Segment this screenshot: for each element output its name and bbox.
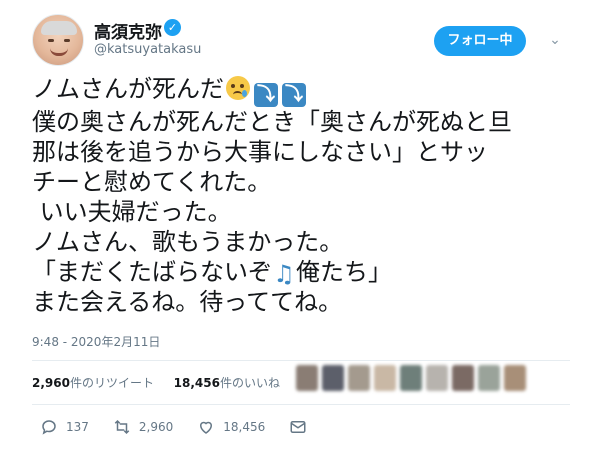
tweet-line-1-text: ノムさんが死んだ: [32, 75, 224, 103]
divider: [32, 404, 570, 405]
heart-icon: [200, 421, 213, 434]
tweet-line-1: ノムさんが死んだ ⤵ ⤵: [32, 74, 572, 107]
likes-label: 件のいいね: [219, 376, 280, 390]
tweet-line-8: また会えるね。待っててね。: [32, 288, 343, 316]
tweet-line-3: 那は後を追うから大事にしなさい」とサッ: [32, 138, 488, 166]
likes-stat[interactable]: 18,456件のいいね: [174, 376, 280, 390]
crying-face-emoji: [226, 76, 250, 100]
tweet-line-7-pre: 「まだくたばらないぞ: [32, 258, 272, 286]
retweets-label: 件のリツイート: [69, 376, 154, 390]
liker-avatar[interactable]: [322, 365, 344, 391]
verified-badge-icon: ✓: [164, 19, 181, 36]
liker-avatar[interactable]: [504, 365, 526, 391]
tweet-timestamp[interactable]: 9:48 - 2020年2月11日: [32, 333, 160, 350]
retweet-button[interactable]: 2,960: [113, 418, 173, 436]
musical-note-emoji: ♫: [273, 260, 295, 288]
envelope-icon: [290, 421, 306, 433]
tweet-line-7-post: 俺たち」: [296, 258, 392, 286]
liker-avatar[interactable]: [426, 365, 448, 391]
avatar[interactable]: [32, 14, 84, 66]
reply-button[interactable]: 137: [40, 418, 89, 436]
display-name[interactable]: 高須克弥: [94, 18, 162, 43]
following-button[interactable]: フォロー中: [434, 26, 526, 56]
retweets-stat[interactable]: 2,960件のリツイート: [32, 376, 154, 390]
tweet-actions: 137 2,960 18,456: [40, 418, 339, 436]
retweet-count: 2,960: [138, 420, 174, 434]
divider: [32, 360, 570, 361]
liker-avatar[interactable]: [478, 365, 500, 391]
liker-avatar[interactable]: [400, 365, 422, 391]
like-button[interactable]: 18,456: [197, 418, 265, 436]
liker-avatar[interactable]: [348, 365, 370, 391]
tweet-line-4: チーと慰めてくれた。: [32, 168, 272, 196]
liker-avatar[interactable]: [452, 365, 474, 391]
tweet-text: ノムさんが死んだ ⤵ ⤵ 僕の奥さんが死んだとき「奥さんが死ぬと旦 那は後を追うから…: [32, 74, 572, 317]
chevron-down-icon[interactable]: ⌄: [545, 30, 565, 50]
direct-message-button[interactable]: [289, 418, 315, 436]
liker-avatars: [296, 365, 546, 395]
tweet-line-5: いい夫婦だった。: [32, 198, 232, 226]
tweet-stats: 2,960件のリツイート 18,456件のいいね: [32, 374, 280, 391]
tweet-card: 高須克弥 ✓ @katsuyatakasu フォロー中 ⌄ ノムさんが死んだ ⤵ ⤵…: [0, 0, 600, 473]
reply-count: 137: [66, 420, 89, 434]
reply-icon: [42, 420, 56, 435]
liker-avatar[interactable]: [296, 365, 318, 391]
tweet-line-7: 「まだくたばらないぞ♫俺たち」: [32, 257, 572, 287]
tweet-line-6: ノムさん、歌もうまかった。: [32, 228, 344, 256]
liker-avatar[interactable]: [374, 365, 396, 391]
arrow-down-emoji: ⤵: [282, 83, 306, 107]
tweet-line-2: 僕の奥さんが死んだとき「奥さんが死ぬと旦: [32, 108, 512, 136]
user-handle[interactable]: @katsuyatakasu: [94, 42, 201, 57]
retweets-count: 2,960: [32, 376, 70, 390]
arrow-down-emoji: ⤵: [254, 83, 278, 107]
retweet-icon: [114, 419, 130, 435]
like-count: 18,456: [223, 420, 266, 434]
likes-count: 18,456: [173, 376, 220, 390]
